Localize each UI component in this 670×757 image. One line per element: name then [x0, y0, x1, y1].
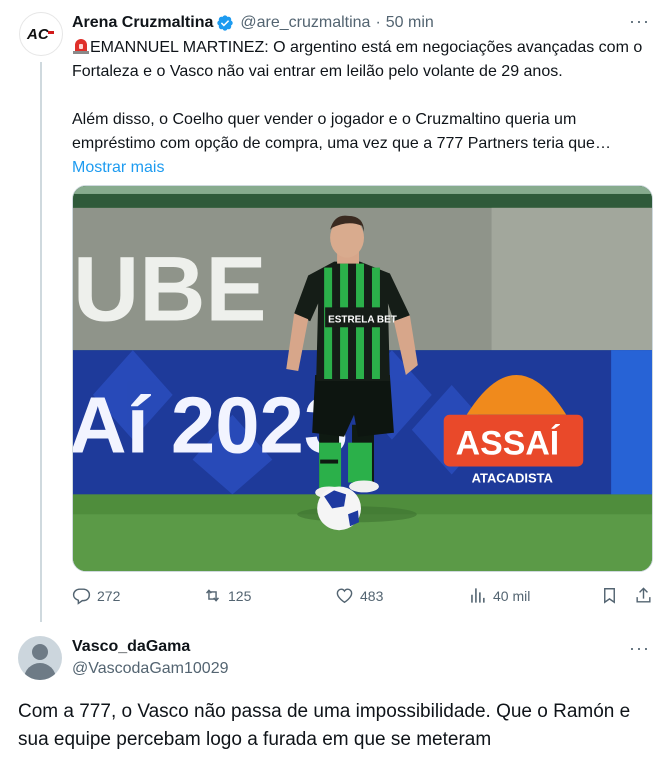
reply-text: Com a 777, o Vasco não passa de uma impo… [18, 701, 631, 750]
reply-author-handle[interactable]: @VascodaGam10029 [72, 660, 228, 678]
views-icon [471, 588, 485, 603]
retweet-count: 125 [228, 587, 252, 604]
tweet-header: Arena Cruzmaltina @are_cruzmaltina · 50 … [72, 12, 650, 34]
author-avatar[interactable]: AC [19, 12, 63, 56]
reply-icon [72, 588, 91, 605]
ad-board-text: Aí 2023 [73, 381, 348, 470]
svg-text:AC: AC [26, 26, 50, 43]
verified-badge-icon [216, 14, 234, 32]
tweet-text-paragraph-2: Além disso, o Coelho quer vender o jogad… [72, 111, 611, 152]
tweet-body: EMANNUEL MARTINEZ: O argentino está em n… [72, 36, 657, 180]
author-handle[interactable]: @are_cruzmaltina [240, 14, 370, 32]
reply-more-icon[interactable]: ··· [629, 638, 650, 659]
siren-emoji-icon [73, 39, 89, 54]
retweet-icon [206, 589, 219, 602]
ac-logo-icon: AC [26, 26, 54, 43]
share-icon [636, 587, 651, 603]
timestamp[interactable]: 50 min [386, 14, 434, 32]
thread-connector-line [40, 62, 42, 622]
share-button[interactable] [634, 586, 653, 605]
separator-dot: · [375, 14, 381, 31]
views-count: 40 mil [493, 587, 531, 604]
author-name[interactable]: Arena Cruzmaltina [72, 14, 213, 32]
views-button[interactable]: 40 mil [468, 586, 530, 605]
tweet-image[interactable]: UBE Aí 2023 ASSAÍ ATACADISTA ESTRELA BET [72, 185, 653, 572]
jersey-sponsor-text: ESTRELA BET [328, 314, 397, 325]
reply-author-name[interactable]: Vasco_daGama [72, 638, 190, 656]
tweet-actions: 272 125 483 40 mil [72, 586, 653, 612]
like-button[interactable]: 483 [335, 586, 383, 605]
retweet-button[interactable]: 125 [203, 586, 251, 605]
default-avatar-icon[interactable] [18, 636, 62, 680]
reply-count: 272 [97, 587, 121, 604]
sponsor-sub-text: ATACADISTA [472, 470, 553, 485]
more-icon[interactable]: ··· [629, 12, 650, 30]
reply-button[interactable]: 272 [72, 586, 120, 605]
banner-text: UBE [73, 238, 267, 340]
show-more-link[interactable]: Mostrar mais [72, 159, 164, 176]
tweet-text-paragraph-1: EMANNUEL MARTINEZ: O argentino está em n… [72, 39, 643, 80]
like-icon [336, 588, 353, 604]
sponsor-logo-text: ASSAÍ [456, 425, 561, 463]
bookmark-button[interactable] [600, 586, 619, 605]
bookmark-icon [604, 588, 615, 604]
like-count: 483 [360, 587, 384, 604]
